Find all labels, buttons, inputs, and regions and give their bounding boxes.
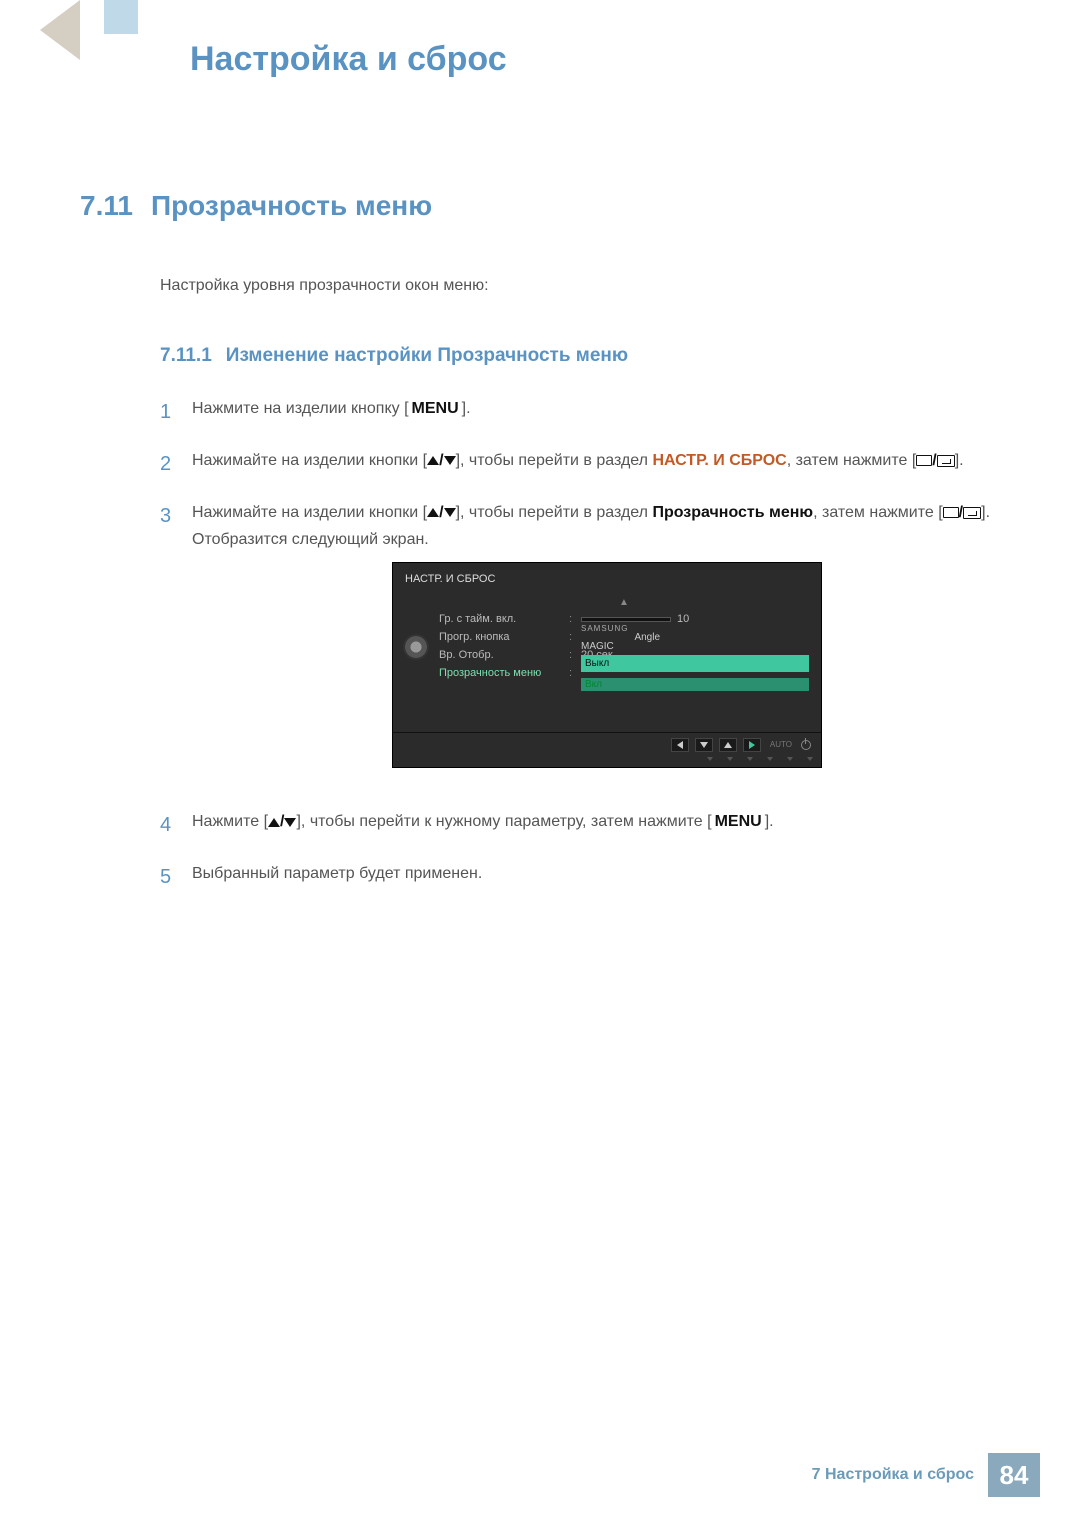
dropdown-option-off: Выкл bbox=[581, 655, 809, 672]
step-body: Нажмите на изделии кнопку [MENU]. bbox=[192, 395, 1000, 422]
steps-list: 1 Нажмите на изделии кнопку [MENU]. 2 На… bbox=[160, 395, 1000, 894]
nav-auto-label: AUTO bbox=[767, 738, 795, 752]
subsection-number: 7.11.1 bbox=[160, 345, 212, 366]
osd-menu-list: ▲ Гр. с тайм. вкл. : 10 Прогр. кнопка : bbox=[439, 592, 821, 722]
osd-screenshot: НАСТР. И СБРОС ▲ Гр. с тайм. вкл. : 10 bbox=[392, 562, 1000, 769]
subsection-title: Изменение настройки Прозрачность меню bbox=[226, 345, 628, 366]
osd-panel: НАСТР. И СБРОС ▲ Гр. с тайм. вкл. : 10 bbox=[392, 562, 822, 769]
subsection-heading: 7.11.1 Изменение настройки Прозрачность м… bbox=[160, 345, 1000, 367]
chapter-marker-square bbox=[104, 0, 138, 34]
step-2: 2 Нажимайте на изделии кнопки [/], чтобы… bbox=[160, 447, 1000, 481]
nav-target: Прозрачность меню bbox=[652, 504, 813, 521]
scroll-up-icon: ▲ bbox=[439, 596, 809, 610]
nav-indicator-dots bbox=[393, 757, 821, 767]
osd-title: НАСТР. И СБРОС bbox=[393, 563, 821, 593]
osd-category-icon-column bbox=[393, 592, 439, 722]
step-body: Выбранный параметр будет применен. bbox=[192, 860, 1000, 887]
up-down-buttons-icon: / bbox=[427, 499, 455, 526]
step-number: 2 bbox=[160, 447, 192, 481]
source-enter-buttons-icon: / bbox=[916, 447, 954, 474]
nav-target: НАСТР. И СБРОС bbox=[652, 452, 786, 469]
step-3: 3 Нажимайте на изделии кнопки [/], чтобы… bbox=[160, 499, 1000, 790]
step-body: Нажимайте на изделии кнопки [/], чтобы п… bbox=[192, 447, 1000, 474]
dropdown-option-on: Вкл bbox=[581, 678, 809, 691]
step-number: 4 bbox=[160, 808, 192, 842]
osd-row-progkey: Прогр. кнопка : SAMSUNG MAGIC Angle bbox=[439, 628, 809, 646]
gear-icon bbox=[405, 636, 427, 658]
step-body: Нажимайте на изделии кнопки [/], чтобы п… bbox=[192, 499, 1000, 790]
osd-row-transparency: Прозрачность меню : Выкл Вкл bbox=[439, 664, 809, 682]
osd-navbar: AUTO bbox=[393, 732, 821, 757]
page-number-badge: 84 bbox=[988, 1453, 1040, 1497]
step-number: 1 bbox=[160, 395, 192, 429]
step-1: 1 Нажмите на изделии кнопку [MENU]. bbox=[160, 395, 1000, 429]
nav-down-icon bbox=[695, 738, 713, 752]
step-note: Отобразится следующий экран. bbox=[192, 531, 429, 548]
step-4: 4 Нажмите [/], чтобы перейти к нужному п… bbox=[160, 808, 1000, 842]
nav-right-icon bbox=[743, 738, 761, 752]
section-title: Прозрачность меню bbox=[151, 190, 432, 221]
chapter-title: Настройка и сброс bbox=[190, 40, 507, 79]
up-down-buttons-icon: / bbox=[427, 447, 455, 474]
page-footer: 7 Настройка и сброс 84 bbox=[812, 1453, 1040, 1497]
menu-label: MENU bbox=[409, 395, 462, 422]
source-enter-buttons-icon: / bbox=[943, 499, 981, 526]
footer-chapter-ref: 7 Настройка и сброс bbox=[812, 1466, 974, 1484]
step-5: 5 Выбранный параметр будет применен. bbox=[160, 860, 1000, 894]
section-number: 7.11 bbox=[80, 190, 133, 221]
page-corner-fold bbox=[0, 0, 80, 60]
section-intro: Настройка уровня прозрачности окон меню: bbox=[160, 277, 1000, 295]
menu-label: MENU bbox=[712, 808, 765, 835]
step-number: 5 bbox=[160, 860, 192, 894]
nav-left-icon bbox=[671, 738, 689, 752]
up-down-buttons-icon: / bbox=[268, 808, 296, 835]
step-body: Нажмите [/], чтобы перейти к нужному пар… bbox=[192, 808, 1000, 835]
step-number: 3 bbox=[160, 499, 192, 533]
section-heading: 7.11 Прозрачность меню bbox=[80, 190, 1000, 222]
power-icon bbox=[801, 740, 811, 750]
nav-up-icon bbox=[719, 738, 737, 752]
page-content: 7.11 Прозрачность меню Настройка уровня п… bbox=[80, 190, 1000, 912]
